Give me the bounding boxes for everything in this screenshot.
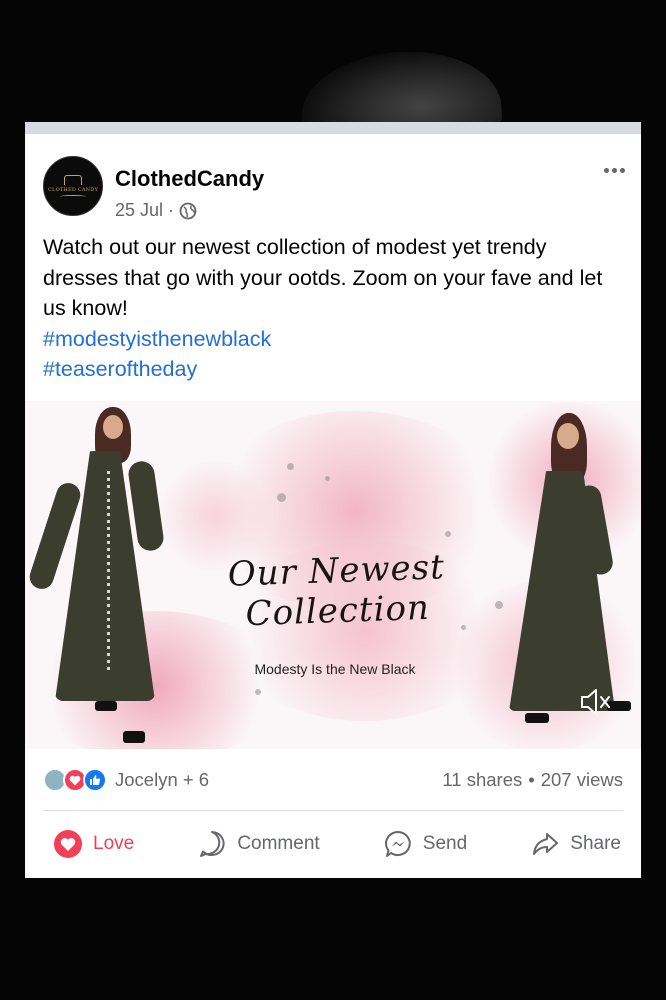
- post-text: Watch out our newest collection of modes…: [25, 222, 641, 385]
- share-label: Share: [570, 833, 621, 854]
- like-reaction-icon: [83, 768, 107, 792]
- speck: [277, 493, 286, 502]
- reaction-icons[interactable]: [43, 768, 107, 792]
- speck: [255, 689, 261, 695]
- heart-icon: [54, 830, 82, 858]
- hashtag-link[interactable]: #modestyisthenewblack: [43, 324, 623, 355]
- reactors-text[interactable]: Jocelyn + 6: [115, 769, 209, 791]
- volume-muted-icon[interactable]: [578, 687, 612, 717]
- globe-icon: [179, 202, 197, 220]
- share-button[interactable]: Share: [530, 829, 621, 859]
- divider: [43, 810, 623, 811]
- share-icon: [533, 833, 559, 855]
- messenger-icon: [384, 831, 411, 857]
- post-meta: 25 Jul ·: [115, 200, 197, 221]
- post-date[interactable]: 25 Jul: [115, 200, 163, 221]
- hashtag-link[interactable]: #teaseroftheday: [43, 354, 623, 385]
- comment-icon: [200, 831, 225, 857]
- page-avatar[interactable]: CLOTHED CANDY: [43, 156, 103, 216]
- more-horizontal-icon[interactable]: [604, 168, 625, 173]
- card-top-bar: [25, 122, 641, 134]
- action-bar: Love Comment Send Share: [25, 818, 641, 870]
- page-name[interactable]: ClothedCandy: [115, 166, 264, 192]
- comment-label: Comment: [237, 833, 320, 854]
- send-button[interactable]: Send: [383, 829, 467, 859]
- collection-subtitle: Modesty Is the New Black: [254, 661, 416, 677]
- stats-separator: •: [528, 769, 535, 790]
- speck: [325, 476, 330, 481]
- crown-icon: [64, 174, 82, 185]
- post-body: Watch out our newest collection of modes…: [43, 235, 603, 320]
- send-label: Send: [422, 833, 468, 854]
- swirl-decoration: [60, 194, 86, 198]
- post-image[interactable]: Our Newest Collection Modesty Is the New…: [25, 401, 641, 749]
- love-button[interactable]: Love: [53, 829, 134, 859]
- meta-dot: ·: [168, 200, 175, 220]
- collection-title: Our Newest Collection: [227, 547, 446, 635]
- comment-button[interactable]: Comment: [197, 829, 320, 859]
- post-card: CLOTHED CANDY ClothedCandy 25 Jul · Watc…: [25, 122, 641, 878]
- shares-count[interactable]: 11 shares: [442, 769, 522, 790]
- speck: [445, 531, 451, 537]
- model-right: [495, 401, 641, 749]
- post-header: CLOTHED CANDY ClothedCandy 25 Jul ·: [25, 134, 641, 222]
- model-left: [25, 401, 195, 749]
- post-stats: 11 shares • 207 views: [442, 769, 623, 791]
- reactions-row: Jocelyn + 6 11 shares • 207 views: [43, 762, 623, 798]
- avatar-logo-text: CLOTHED CANDY: [48, 186, 98, 193]
- love-label: Love: [93, 833, 135, 854]
- views-count: 207 views: [540, 769, 623, 790]
- speck: [287, 463, 294, 470]
